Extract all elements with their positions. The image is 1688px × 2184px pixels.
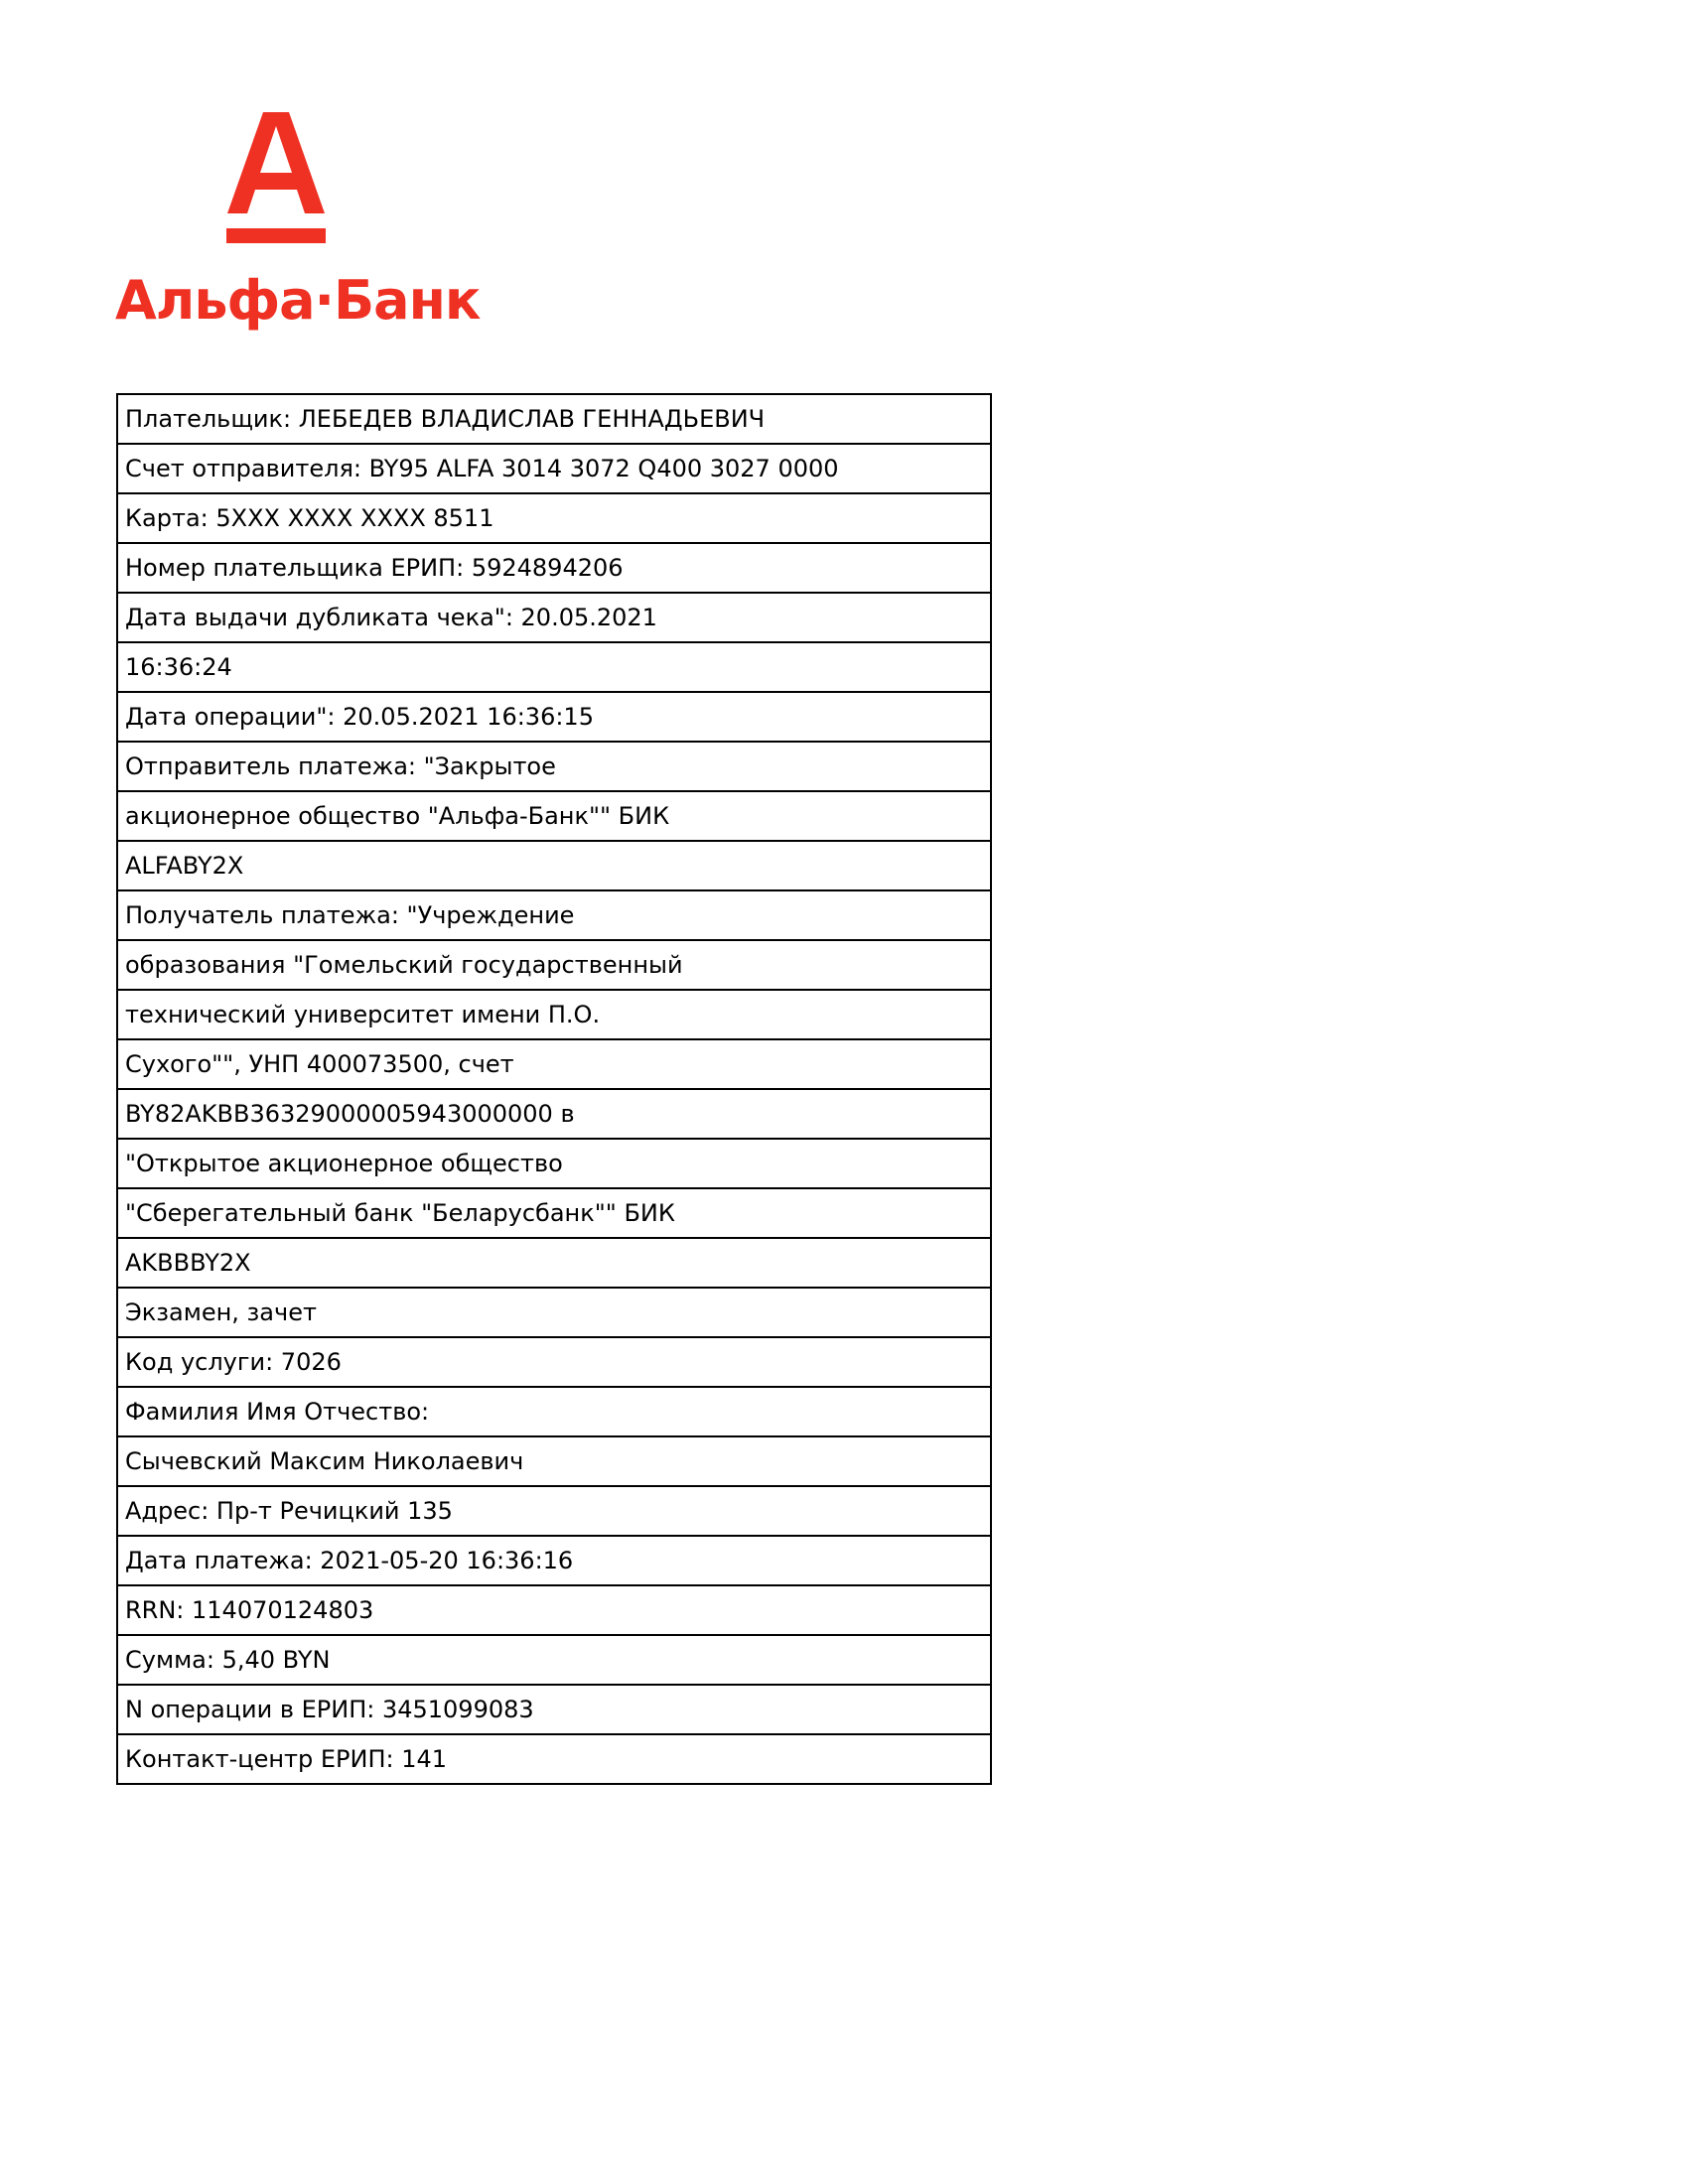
table-row: Контакт-центр ЕРИП: 141 bbox=[116, 1733, 992, 1785]
receipt-line: Дата выдачи дубликата чека": 20.05.2021 bbox=[116, 592, 992, 643]
table-row: Дата выдачи дубликата чека": 20.05.2021 bbox=[116, 592, 992, 643]
bank-logo: Альфа·Банк bbox=[115, 112, 482, 336]
receipt-line: Дата платежа: 2021-05-20 16:36:16 bbox=[116, 1535, 992, 1586]
receipt-line: Плательщик: ЛЕБЕДЕВ ВЛАДИСЛАВ ГЕННАДЬЕВИ… bbox=[116, 393, 992, 445]
receipt-line: Контакт-центр ЕРИП: 141 bbox=[116, 1733, 992, 1785]
receipt-line: технический университет имени П.О. bbox=[116, 989, 992, 1040]
table-row: Сычевский Максим Николаевич bbox=[116, 1435, 992, 1487]
receipt-line: BY82AKBB36329000005943000000 в bbox=[116, 1088, 992, 1140]
table-row: Сумма: 5,40 BYN bbox=[116, 1634, 992, 1686]
table-row: Получатель платежа: "Учреждение bbox=[116, 889, 992, 941]
receipt-line: Отправитель платежа: "Закрытое bbox=[116, 741, 992, 792]
table-row: Отправитель платежа: "Закрытое bbox=[116, 741, 992, 792]
table-row: Фамилия Имя Отчество: bbox=[116, 1386, 992, 1437]
receipt-line: Фамилия Имя Отчество: bbox=[116, 1386, 992, 1437]
receipt-line: акционерное общество "Альфа-Банк"" БИК bbox=[116, 790, 992, 842]
table-row: Дата операции": 20.05.2021 16:36:15 bbox=[116, 691, 992, 743]
table-row: Карта: 5XXX XXXX XXXX 8511 bbox=[116, 492, 992, 544]
table-row: ALFABY2X bbox=[116, 840, 992, 891]
table-row: Дата платежа: 2021-05-20 16:36:16 bbox=[116, 1535, 992, 1586]
receipt-line: "Открытое акционерное общество bbox=[116, 1138, 992, 1189]
receipt-line: AKBBBY2X bbox=[116, 1237, 992, 1289]
table-row: образования "Гомельский государственный bbox=[116, 939, 992, 991]
table-row: "Открытое акционерное общество bbox=[116, 1138, 992, 1189]
table-row: RRN: 114070124803 bbox=[116, 1584, 992, 1636]
receipt-line: Код услуги: 7026 bbox=[116, 1336, 992, 1388]
table-row: Счет отправителя: BY95 ALFA 3014 3072 Q4… bbox=[116, 443, 992, 494]
table-row: BY82AKBB36329000005943000000 в bbox=[116, 1088, 992, 1140]
receipt-line: Дата операции": 20.05.2021 16:36:15 bbox=[116, 691, 992, 743]
receipt-table: Плательщик: ЛЕБЕДЕВ ВЛАДИСЛАВ ГЕННАДЬЕВИ… bbox=[116, 393, 992, 1785]
receipt-line: образования "Гомельский государственный bbox=[116, 939, 992, 991]
table-row: N операции в ЕРИП: 3451099083 bbox=[116, 1684, 992, 1735]
receipt-line: "Сберегательный банк "Беларусбанк"" БИК bbox=[116, 1187, 992, 1239]
table-row: технический университет имени П.О. bbox=[116, 989, 992, 1040]
receipt-line: RRN: 114070124803 bbox=[116, 1584, 992, 1636]
receipt-line: N операции в ЕРИП: 3451099083 bbox=[116, 1684, 992, 1735]
table-row: Экзамен, зачет bbox=[116, 1287, 992, 1338]
receipt-line: Сычевский Максим Николаевич bbox=[116, 1435, 992, 1487]
bank-name: Альфа·Банк bbox=[115, 269, 482, 332]
table-row: Адрес: Пр-т Речицкий 135 bbox=[116, 1485, 992, 1537]
table-row: "Сберегательный банк "Беларусбанк"" БИК bbox=[116, 1187, 992, 1239]
receipt-line: Номер плательщика ЕРИП: 5924894206 bbox=[116, 542, 992, 594]
receipt-line: Карта: 5XXX XXXX XXXX 8511 bbox=[116, 492, 992, 544]
receipt-line: Адрес: Пр-т Речицкий 135 bbox=[116, 1485, 992, 1537]
table-row: 16:36:24 bbox=[116, 641, 992, 693]
table-row: акционерное общество "Альфа-Банк"" БИК bbox=[116, 790, 992, 842]
alfa-letter-a-icon bbox=[226, 112, 326, 243]
table-row: AKBBBY2X bbox=[116, 1237, 992, 1289]
table-row: Код услуги: 7026 bbox=[116, 1336, 992, 1388]
receipt-line: Экзамен, зачет bbox=[116, 1287, 992, 1338]
table-row: Плательщик: ЛЕБЕДЕВ ВЛАДИСЛАВ ГЕННАДЬЕВИ… bbox=[116, 393, 992, 445]
receipt-line: Сумма: 5,40 BYN bbox=[116, 1634, 992, 1686]
table-row: Номер плательщика ЕРИП: 5924894206 bbox=[116, 542, 992, 594]
receipt-line: Сухого"", УНП 400073500, счет bbox=[116, 1038, 992, 1090]
receipt-line: Получатель платежа: "Учреждение bbox=[116, 889, 992, 941]
receipt-line: ALFABY2X bbox=[116, 840, 992, 891]
receipt-line: Счет отправителя: BY95 ALFA 3014 3072 Q4… bbox=[116, 443, 992, 494]
receipt-line: 16:36:24 bbox=[116, 641, 992, 693]
table-row: Сухого"", УНП 400073500, счет bbox=[116, 1038, 992, 1090]
